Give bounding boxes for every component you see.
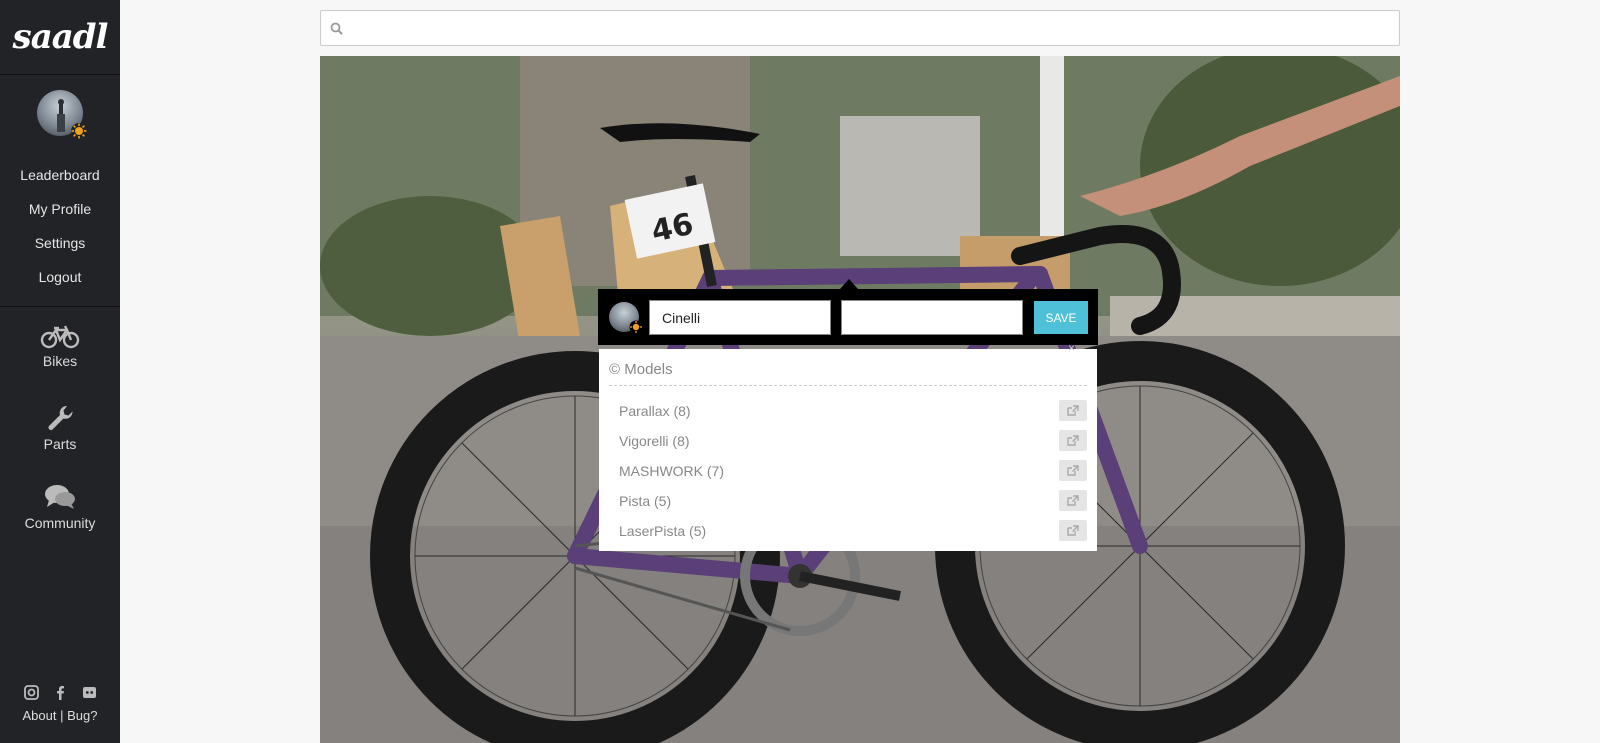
nav-logout[interactable]: Logout [0, 260, 120, 294]
brand-input[interactable] [649, 300, 831, 335]
suggestion-label[interactable]: Vigorelli (8) [619, 433, 690, 449]
sun-badge-icon [629, 320, 643, 334]
logo[interactable]: saadl [0, 0, 120, 75]
tag-editor: SAVE [598, 289, 1098, 345]
sidebar-item-bikes[interactable]: Bikes [0, 307, 120, 386]
open-link-button[interactable] [1059, 460, 1087, 481]
save-button[interactable]: SAVE [1034, 301, 1088, 334]
social-icons [0, 683, 120, 700]
external-link-icon [1067, 435, 1079, 446]
sidebar-item-community[interactable]: Community [0, 465, 120, 544]
dropdown-list: Parallax (8) Vigorelli (8) MASHWORK (7) [599, 396, 1097, 546]
about-link[interactable]: About [23, 708, 57, 723]
model-input[interactable] [841, 300, 1023, 335]
user-block: Leaderboard My Profile Settings Logout [0, 75, 120, 307]
nav-my-profile[interactable]: My Profile [0, 192, 120, 226]
copyright-icon: © [609, 361, 621, 378]
bicycle-icon [40, 325, 80, 349]
suggestion-label[interactable]: LaserPista (5) [619, 523, 706, 539]
nav-settings[interactable]: Settings [0, 226, 120, 260]
search-input[interactable] [349, 11, 1389, 45]
user-nav: Leaderboard My Profile Settings Logout [0, 158, 120, 294]
instagram-icon[interactable] [23, 685, 39, 700]
comments-icon [45, 485, 75, 509]
external-link-icon [1067, 405, 1079, 416]
open-link-button[interactable] [1059, 430, 1087, 451]
external-link-icon [1067, 495, 1079, 506]
facebook-icon[interactable] [53, 685, 68, 700]
discord-icon[interactable] [82, 685, 97, 700]
sun-badge-icon [71, 123, 87, 139]
sidebar-footer: About | Bug? [0, 683, 120, 743]
search-bar[interactable] [320, 10, 1400, 46]
sidebar-item-label: Community [24, 515, 96, 531]
dropdown-header-label: Models [624, 361, 673, 378]
open-link-button[interactable] [1059, 490, 1087, 511]
sidebar-item-label: Parts [43, 436, 77, 452]
suggestion-item[interactable]: LaserPista (5) [599, 516, 1097, 546]
tag-pointer [840, 279, 858, 289]
suggestion-item[interactable]: Pista (5) [599, 486, 1097, 516]
nav-leaderboard[interactable]: Leaderboard [0, 158, 120, 192]
logo-text[interactable]: saadl [13, 17, 109, 57]
footer-separator: | [60, 708, 64, 723]
sidebar: saadl Leaderboard My Profile Settings Lo… [0, 0, 120, 743]
suggestion-label[interactable]: MASHWORK (7) [619, 463, 724, 479]
sidebar-item-label: Bikes [42, 353, 78, 369]
user-avatar-wrap[interactable] [37, 90, 87, 139]
external-link-icon [1067, 525, 1079, 536]
model-suggestions-dropdown: × © Models Parallax (8) Vigorelli (8) MA… [599, 341, 1097, 551]
suggestion-item[interactable]: MASHWORK (7) [599, 456, 1097, 486]
suggestion-label[interactable]: Pista (5) [619, 493, 671, 509]
suggestion-label[interactable]: Parallax (8) [619, 403, 691, 419]
close-icon[interactable]: × [1068, 341, 1075, 355]
wrench-icon [48, 405, 73, 430]
dropdown-header: © Models [609, 361, 1087, 386]
suggestion-item[interactable]: Vigorelli (8) [599, 426, 1097, 456]
external-link-icon [1067, 465, 1079, 476]
sidebar-item-parts[interactable]: Parts [0, 386, 120, 465]
bug-link[interactable]: Bug? [67, 708, 97, 723]
open-link-button[interactable] [1059, 400, 1087, 421]
suggestion-item[interactable]: Parallax (8) [599, 396, 1097, 426]
footer-links: About | Bug? [0, 708, 120, 723]
search-icon [330, 22, 343, 35]
open-link-button[interactable] [1059, 520, 1087, 541]
